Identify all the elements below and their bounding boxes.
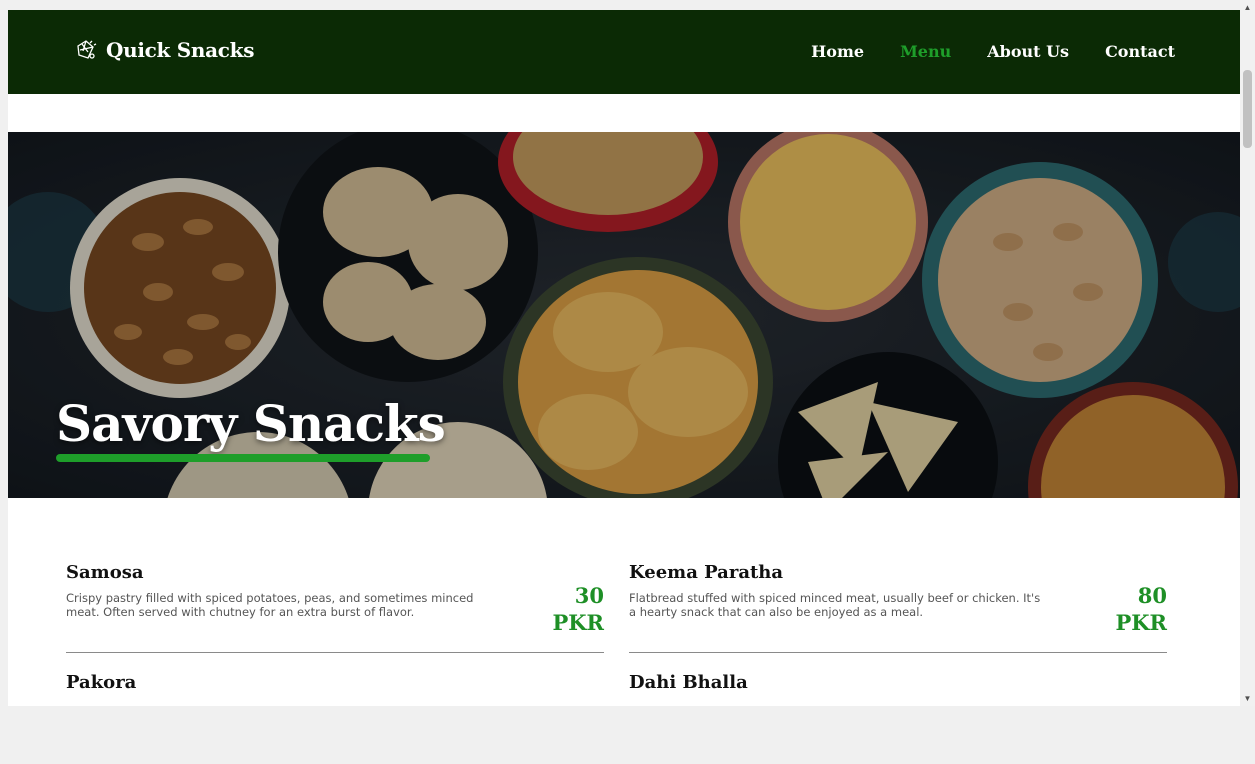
nav-link-menu[interactable]: Menu (900, 42, 951, 61)
menu-item-name: Dahi Bhalla (629, 672, 748, 693)
nav-link-about-us[interactable]: About Us (987, 42, 1069, 61)
scrollbar-thumb[interactable] (1243, 70, 1252, 148)
menu-item-description: Flatbread stuffed with spiced minced mea… (629, 591, 1041, 619)
main-nav: Home Menu About Us Contact (811, 42, 1175, 61)
brand-logo[interactable]: Quick Snacks (74, 38, 255, 62)
price-amount: 30 (574, 583, 604, 608)
menu-item-price: 30 PKR (544, 582, 605, 636)
page-scrollbar[interactable]: ▲ ▼ (1240, 0, 1255, 706)
price-currency: PKR (1115, 610, 1168, 635)
menu-item-description: Crispy pastry filled with spiced potatoe… (66, 591, 474, 619)
brand-name: Quick Snacks (106, 38, 255, 62)
menu-item-name: Samosa (66, 562, 144, 583)
divider (66, 652, 604, 653)
hero-banner: Savory Snacks (8, 132, 1240, 498)
price-amount: 80 (1137, 583, 1167, 608)
navbar: Quick Snacks Home Menu About Us Contact (8, 10, 1240, 94)
menu-item-samosa[interactable]: Samosa Crispy pastry filled with spiced … (66, 562, 604, 654)
menu-item-price: 80 PKR (1107, 582, 1168, 636)
menu-item-name: Pakora (66, 672, 137, 693)
nav-link-contact[interactable]: Contact (1105, 42, 1175, 61)
menu-item-name: Keema Paratha (629, 562, 784, 583)
scroll-up-arrow-icon[interactable]: ▲ (1240, 0, 1255, 15)
menu-item-dahi-bhalla[interactable]: Dahi Bhalla (629, 672, 1167, 764)
menu-item-keema-paratha[interactable]: Keema Paratha Flatbread stuffed with spi… (629, 562, 1167, 654)
hero-title: Savory Snacks (56, 394, 446, 453)
price-currency: PKR (552, 610, 605, 635)
divider (629, 652, 1167, 653)
hero-title-underline (56, 454, 430, 462)
scroll-down-arrow-icon[interactable]: ▼ (1240, 691, 1255, 706)
snack-logo-icon (77, 40, 97, 59)
nav-link-home[interactable]: Home (811, 42, 864, 61)
menu-item-pakora[interactable]: Pakora (66, 672, 604, 764)
